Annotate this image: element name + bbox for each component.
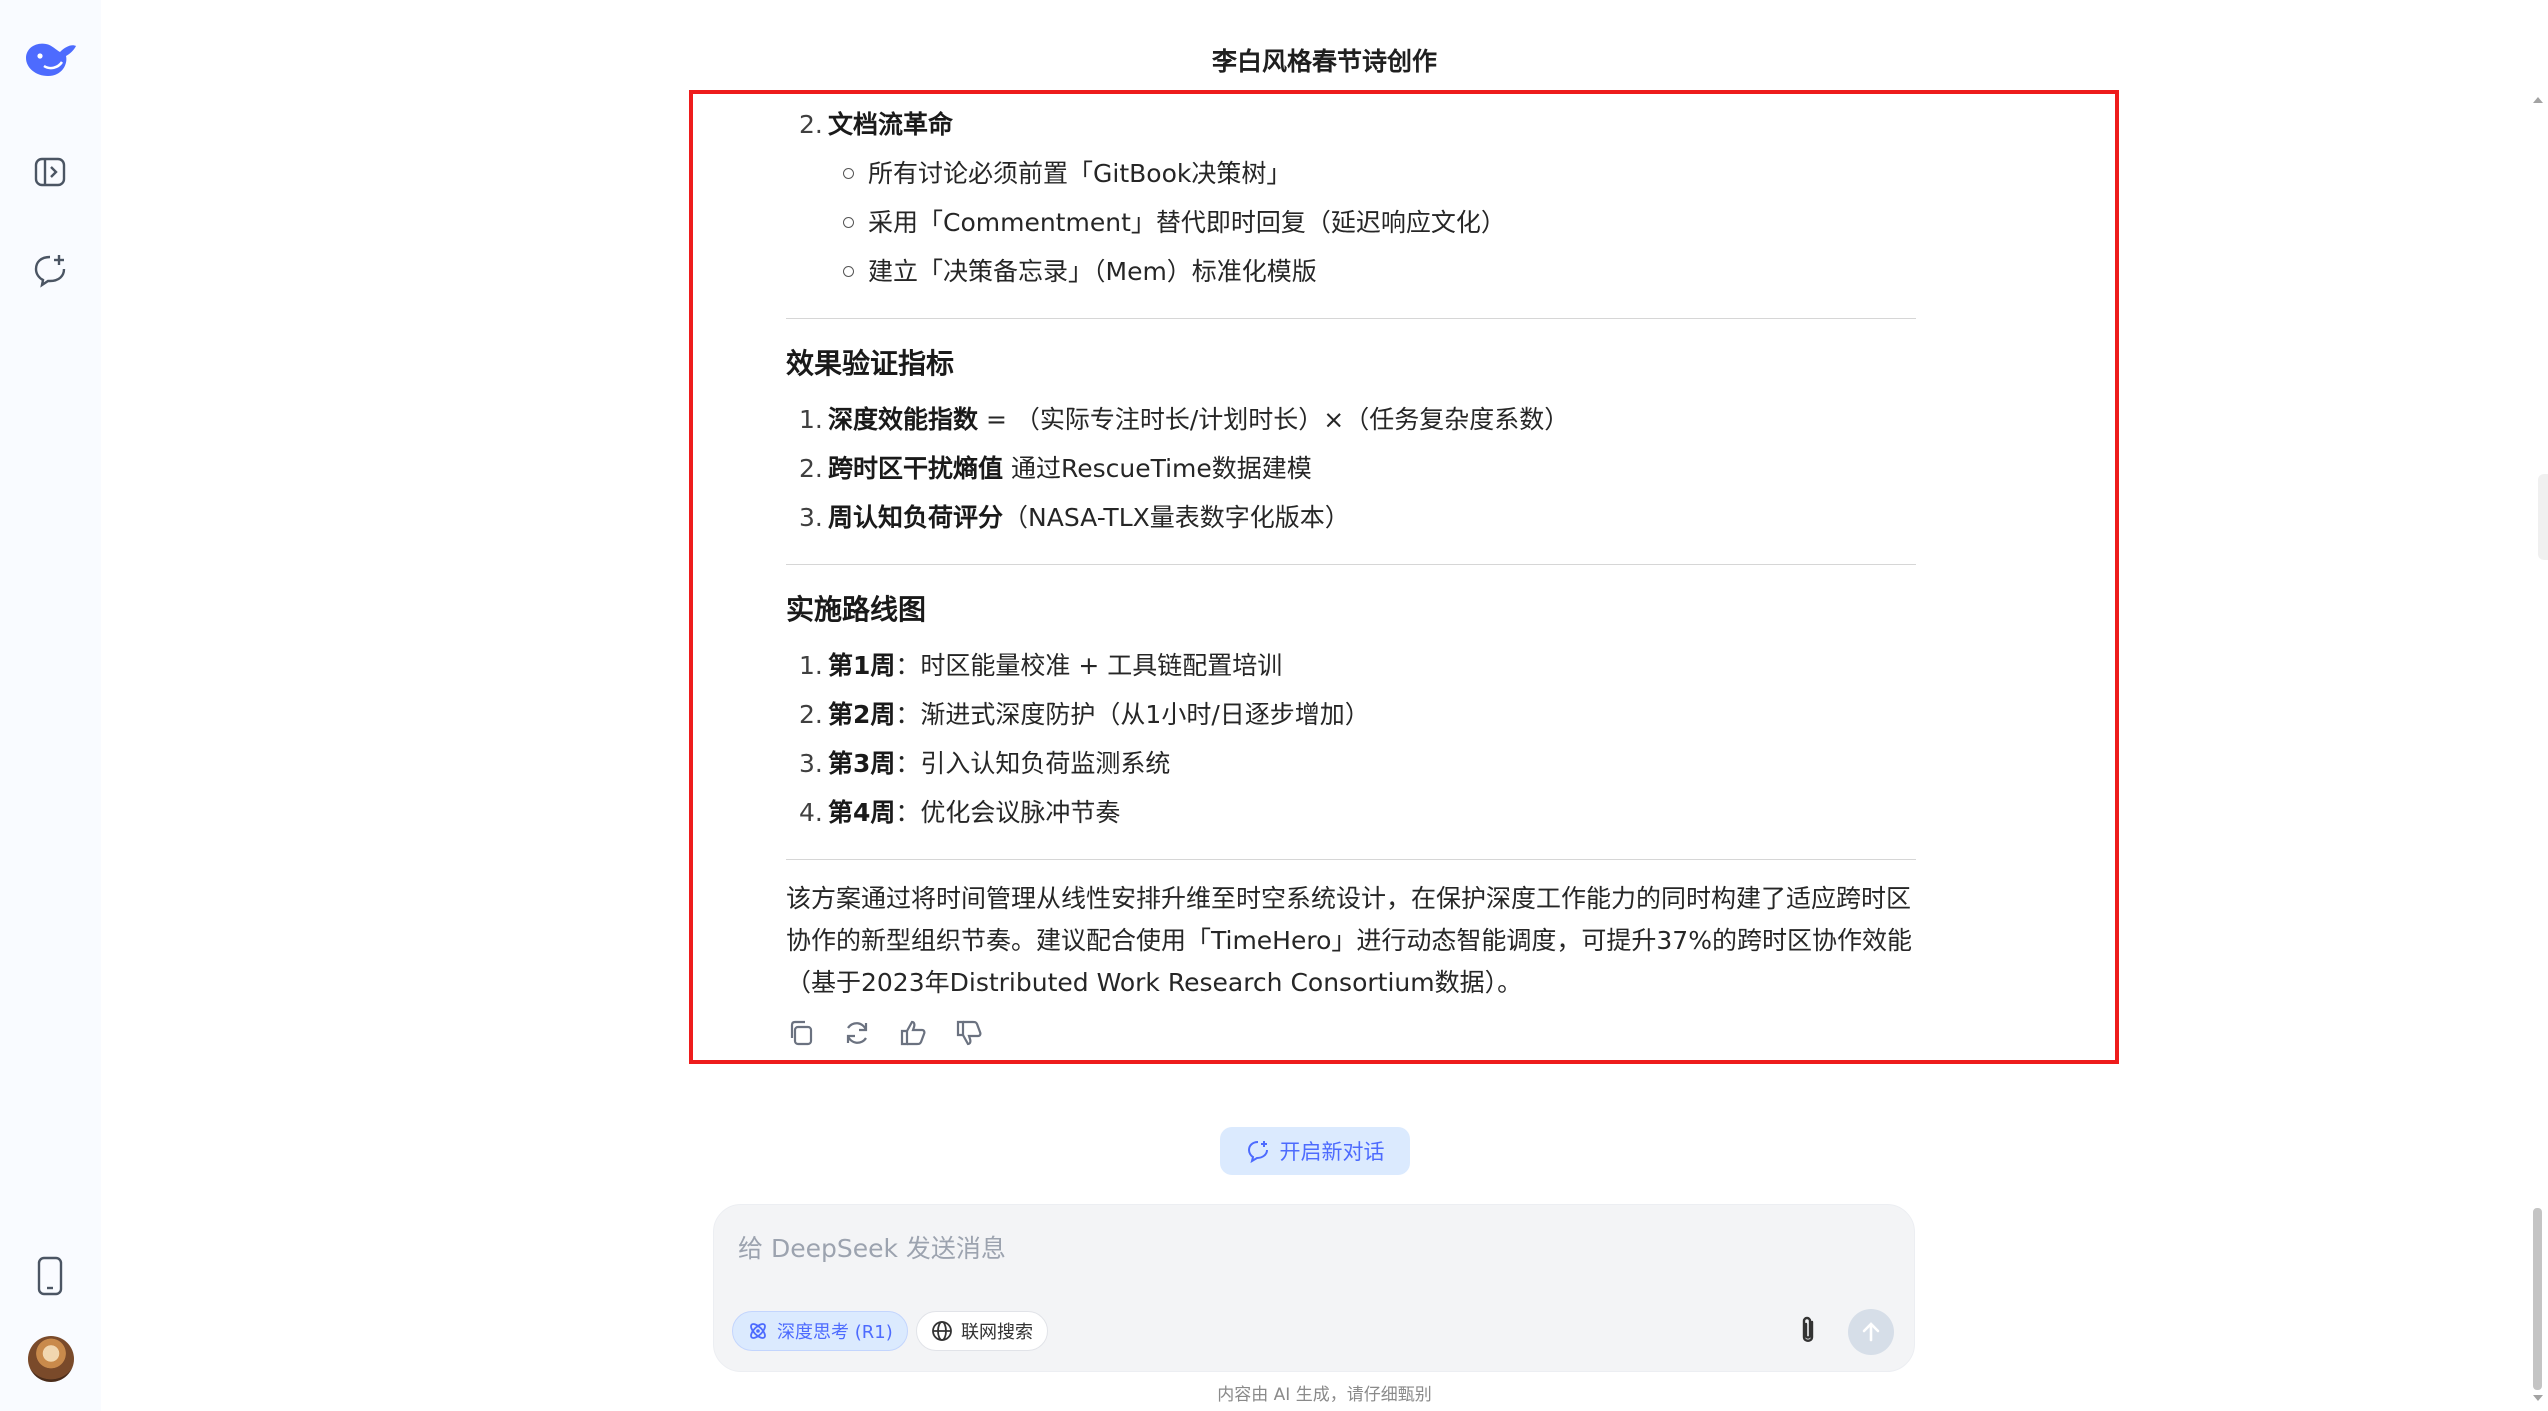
list-item: 4. 第4周：优化会议脉冲节奏 [786,788,1916,837]
list-item-text: 通过RescueTime数据建模 [1003,454,1312,483]
new-chat-icon [1247,1141,1268,1163]
list-item-bold: 第2周 [828,700,896,729]
divider [786,318,1916,319]
sidebar-toggle-icon[interactable] [28,150,72,194]
divider [786,859,1916,860]
divider [786,564,1916,565]
list-item: 1. 第1周：时区能量校准 + 工具链配置培训 [786,641,1916,690]
scrollbar-thumb[interactable] [2533,1208,2542,1390]
list-number: 3. [799,749,823,778]
list-item-text: ：优化会议脉冲节奏 [895,798,1121,827]
list-item-bold: 第4周 [828,798,896,827]
conclusion-paragraph: 该方案通过将时间管理从线性安排升维至时空系统设计，在保护深度工作能力的同时构建了… [786,884,1912,997]
list-number: 2. [799,110,823,139]
hollow-bullet-icon [843,168,854,179]
list-item: 2. 第2周：渐进式深度防护（从1小时/日逐步增加） [786,690,1916,739]
hollow-bullet-icon [843,266,854,277]
list-item: 2. 跨时区干扰熵值 通过RescueTime数据建模 [786,444,1916,493]
web-search-toggle[interactable]: 联网搜索 [916,1311,1048,1351]
page-title: 李白风格春节诗创作 [1211,47,1437,76]
list-item: 3. 第3周：引入认知负荷监测系统 [786,739,1916,788]
atom-icon [750,1323,766,1339]
list-item-text: （NASA-TLX量表数字化版本） [1003,503,1350,532]
side-panel-handle[interactable] [2538,474,2548,560]
list-item: 1. 深度效能指数 = （实际专注时长/计划时长）×（任务复杂度系数） [786,395,1916,444]
web-search-label: 联网搜索 [961,1322,1033,1343]
list-number: 2. [799,454,823,483]
regenerate-icon[interactable] [842,1018,872,1048]
list-item-text: = （实际专注时长/计划时长）×（任务复杂度系数） [978,405,1570,434]
sub-item-text: 所有讨论必须前置「GitBook决策树」 [868,159,1292,188]
sidebar [0,0,101,1411]
list-number: 1. [799,405,823,434]
deep-think-toggle[interactable]: 深度思考 (R1) [732,1311,908,1351]
list-number: 4. [799,798,823,827]
send-button[interactable] [1848,1309,1894,1355]
thumbs-up-icon[interactable] [898,1018,928,1048]
assistant-message: 2. 文档流革命 所有讨论必须前置「GitBook决策树」 采用「Comment… [786,100,1916,1048]
list-number: 1. [799,651,823,680]
message-actions [786,1018,1916,1048]
list-item: 3. 周认知负荷评分（NASA-TLX量表数字化版本） [786,493,1916,542]
sub-item-text: 建立「决策备忘录」（Mem）标准化模版 [868,257,1317,286]
globe-icon [932,1321,952,1341]
new-chat-button[interactable]: 开启新对话 [1220,1127,1410,1175]
arrow-up-icon [1862,1322,1880,1342]
list-item-text: ：时区能量校准 + 工具链配置培训 [895,651,1283,680]
user-avatar[interactable] [28,1336,74,1382]
list-item-text: ：引入认知负荷监测系统 [895,749,1171,778]
deep-think-label: 深度思考 (R1) [777,1322,893,1343]
list-item-bold: 深度效能指数 [828,405,979,434]
sub-item-text: 采用「Commentment」替代即时回复（延迟响应文化） [868,208,1506,237]
list-item-bold: 周认知负荷评分 [828,503,1004,532]
list-item-text: ：渐进式深度防护（从1小时/日逐步增加） [895,700,1370,729]
section-heading-metrics: 效果验证指标 [786,347,955,380]
copy-icon[interactable] [786,1018,816,1048]
list-number: 2. [799,700,823,729]
sub-list-item: 采用「Commentment」替代即时回复（延迟响应文化） [786,198,1916,247]
deepseek-logo-icon[interactable] [22,36,80,84]
hollow-bullet-icon [843,217,854,228]
list-item-bold: 第1周 [828,651,896,680]
list-number: 3. [799,503,823,532]
message-input[interactable] [736,1225,1890,1271]
sub-list-item: 所有讨论必须前置「GitBook决策树」 [786,149,1916,198]
scroll-up-arrow-icon[interactable] [2532,94,2544,106]
new-chat-label: 开启新对话 [1279,1140,1385,1164]
list-item-bold: 跨时区干扰熵值 [828,454,1004,483]
message-composer: 深度思考 (R1) 联网搜索 [713,1204,1915,1372]
sub-list-item: 建立「决策备忘录」（Mem）标准化模版 [786,247,1916,296]
new-chat-icon[interactable] [28,248,72,292]
title-fade [870,80,1430,94]
thumbs-down-icon[interactable] [954,1018,984,1048]
section-heading-roadmap: 实施路线图 [786,593,927,626]
list-item-bold: 第3周 [828,749,896,778]
mobile-phone-icon[interactable] [28,1254,72,1298]
paperclip-icon[interactable] [1790,1313,1826,1349]
list-item: 2. 文档流革命 [786,100,1916,149]
ai-disclaimer: 内容由 AI 生成，请仔细甄别 [1217,1385,1432,1405]
list-item-title: 文档流革命 [828,110,954,139]
scroll-down-arrow-icon[interactable] [2532,1392,2544,1404]
